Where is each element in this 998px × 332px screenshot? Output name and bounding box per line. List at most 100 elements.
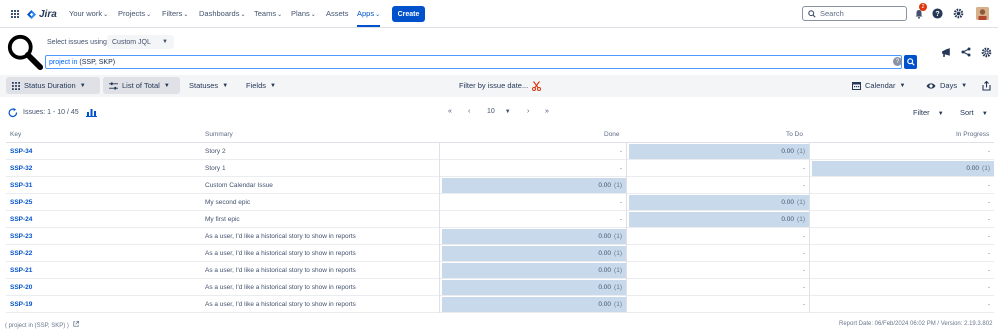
duration-cell-done[interactable]: 0.00 (1) xyxy=(442,263,626,278)
column-header-todo[interactable]: To Do xyxy=(786,131,803,138)
column-header-done[interactable]: Done xyxy=(604,131,620,138)
nav-projects[interactable]: Projects⌄ xyxy=(118,8,151,21)
issue-summary: As a user, I'd like a historical story t… xyxy=(205,233,356,240)
duration-cell-todo[interactable]: 0.00 (1) xyxy=(629,212,809,227)
issue-key-link[interactable]: SSP-24 xyxy=(10,216,32,223)
duration-cell-ip[interactable]: - xyxy=(812,246,994,261)
duration-cell-ip[interactable]: - xyxy=(812,212,994,227)
jira-logo[interactable]: Jira xyxy=(27,8,57,20)
jql-input[interactable]: project in (SSP, SKP) xyxy=(45,55,902,69)
transition-count: (1) xyxy=(614,250,622,257)
statuses-dropdown[interactable]: Statuses ▼ xyxy=(183,77,234,94)
first-page-button[interactable]: « xyxy=(448,108,452,115)
app-switcher-icon[interactable] xyxy=(11,10,19,18)
list-of-total-dropdown[interactable]: List of Total ▼ xyxy=(103,77,180,94)
fields-dropdown[interactable]: Fields ▼ xyxy=(240,77,282,94)
issue-key-link[interactable]: SSP-21 xyxy=(10,267,32,274)
create-button[interactable]: Create xyxy=(392,6,425,22)
days-dropdown[interactable]: Days ▼ xyxy=(920,77,973,94)
column-divider xyxy=(809,160,810,177)
status-duration-dropdown[interactable]: Status Duration ▼ xyxy=(6,77,100,94)
duration-cell-todo[interactable]: 0.00 (1) xyxy=(629,144,809,159)
duration-cell-todo[interactable]: - xyxy=(629,229,809,244)
chevron-down-icon: ▼ xyxy=(981,111,988,117)
sort-dropdown[interactable]: Sort ▼ xyxy=(960,108,988,117)
query-mode-select[interactable]: Custom JQL ▼ xyxy=(107,35,174,49)
calendar-dropdown[interactable]: Calendar ▼ xyxy=(846,77,911,94)
report-settings-button[interactable] xyxy=(980,46,992,58)
duration-cell-todo[interactable]: - xyxy=(629,280,809,295)
share-button[interactable] xyxy=(960,46,972,58)
filter-by-date-button[interactable]: Filter by issue date... xyxy=(453,77,547,94)
global-search-input[interactable]: Search xyxy=(802,6,907,21)
duration-cell-done[interactable]: 0.00 (1) xyxy=(442,229,626,244)
prev-page-button[interactable]: ‹ xyxy=(468,108,470,115)
duration-cell-done[interactable]: 0.00 (1) xyxy=(442,246,626,261)
help-button[interactable]: ? xyxy=(931,7,944,20)
run-search-button[interactable] xyxy=(904,55,917,69)
duration-cell-ip[interactable]: - xyxy=(812,263,994,278)
last-page-button[interactable]: » xyxy=(545,108,549,115)
issue-key-link[interactable]: SSP-32 xyxy=(10,165,32,172)
duration-cell-ip[interactable]: - xyxy=(812,144,994,159)
duration-cell-ip[interactable]: - xyxy=(812,229,994,244)
duration-cell-done[interactable]: - xyxy=(442,161,626,176)
duration-cell-todo[interactable]: - xyxy=(629,246,809,261)
duration-cell-done[interactable]: - xyxy=(442,212,626,227)
next-page-button[interactable]: › xyxy=(527,108,529,115)
column-header-in-progress[interactable]: In Progress xyxy=(956,131,989,138)
issue-key-link[interactable]: SSP-22 xyxy=(10,250,32,257)
user-avatar[interactable] xyxy=(976,7,989,20)
issue-key-link[interactable]: SSP-25 xyxy=(10,199,32,206)
jira-logo-icon xyxy=(27,9,36,19)
nav-filters[interactable]: Filters⌄ xyxy=(162,8,188,21)
nav-plans[interactable]: Plans⌄ xyxy=(291,8,316,21)
issue-key-link[interactable]: SSP-20 xyxy=(10,284,32,291)
export-button[interactable] xyxy=(976,77,997,94)
duration-cell-ip[interactable]: - xyxy=(812,280,994,295)
footer-query[interactable]: ( project in (SSP, SKP) ) xyxy=(5,321,79,329)
column-header-summary[interactable]: Summary xyxy=(205,131,233,138)
duration-cell-todo[interactable]: - xyxy=(629,297,809,312)
duration-cell-done[interactable]: - xyxy=(442,195,626,210)
duration-cell-todo[interactable]: - xyxy=(629,178,809,193)
page-size-select[interactable]: 10 ▼ xyxy=(487,108,511,115)
issue-key-link[interactable]: SSP-34 xyxy=(10,148,32,155)
filter-dropdown[interactable]: Filter ▼ xyxy=(913,108,944,117)
bar-chart-icon[interactable] xyxy=(86,108,97,117)
refresh-icon[interactable] xyxy=(8,108,18,118)
issue-key-link[interactable]: SSP-19 xyxy=(10,301,32,308)
issue-key-link[interactable]: SSP-31 xyxy=(10,182,32,189)
duration-cell-done[interactable]: 0.00 (1) xyxy=(442,297,626,312)
column-divider xyxy=(439,296,440,313)
duration-value: 0.00 xyxy=(598,267,612,274)
duration-cell-done[interactable]: - xyxy=(442,144,626,159)
nav-assets[interactable]: Assets xyxy=(326,8,349,20)
chevron-down-icon: ▼ xyxy=(79,82,86,89)
settings-button[interactable] xyxy=(952,7,965,20)
jql-help-icon[interactable]: ? xyxy=(893,57,902,66)
table-row: SSP-31 Custom Calendar Issue 0.00 (1) - - xyxy=(6,177,994,194)
column-divider xyxy=(809,262,810,279)
duration-cell-todo[interactable]: - xyxy=(629,263,809,278)
announcement-button[interactable] xyxy=(940,46,952,58)
duration-cell-done[interactable]: 0.00 (1) xyxy=(442,280,626,295)
report-info: Report Date: 06/Feb/2024 06:02 PM / Vers… xyxy=(839,321,993,327)
nav-dashboards[interactable]: Dashboards⌄ xyxy=(199,8,245,21)
duration-cell-done[interactable]: 0.00 (1) xyxy=(442,178,626,193)
nav-teams[interactable]: Teams⌄ xyxy=(254,8,282,21)
duration-cell-ip[interactable]: 0.00 (1) xyxy=(812,161,994,176)
duration-value: - xyxy=(987,216,990,223)
nav-your-work[interactable]: Your work⌄ xyxy=(69,8,108,21)
jql-value: (SSP, SKP) xyxy=(79,58,116,66)
duration-cell-ip[interactable]: - xyxy=(812,178,994,193)
notifications-button[interactable]: 2 xyxy=(912,3,927,20)
duration-cell-ip[interactable]: - xyxy=(812,297,994,312)
column-header-key[interactable]: Key xyxy=(10,131,21,138)
duration-cell-todo[interactable]: 0.00 (1) xyxy=(629,195,809,210)
duration-cell-ip[interactable]: - xyxy=(812,195,994,210)
duration-cell-todo[interactable]: - xyxy=(629,161,809,176)
issue-key-link[interactable]: SSP-23 xyxy=(10,233,32,240)
nav-apps[interactable]: Apps⌄ xyxy=(357,8,381,27)
duration-value: - xyxy=(987,182,990,189)
